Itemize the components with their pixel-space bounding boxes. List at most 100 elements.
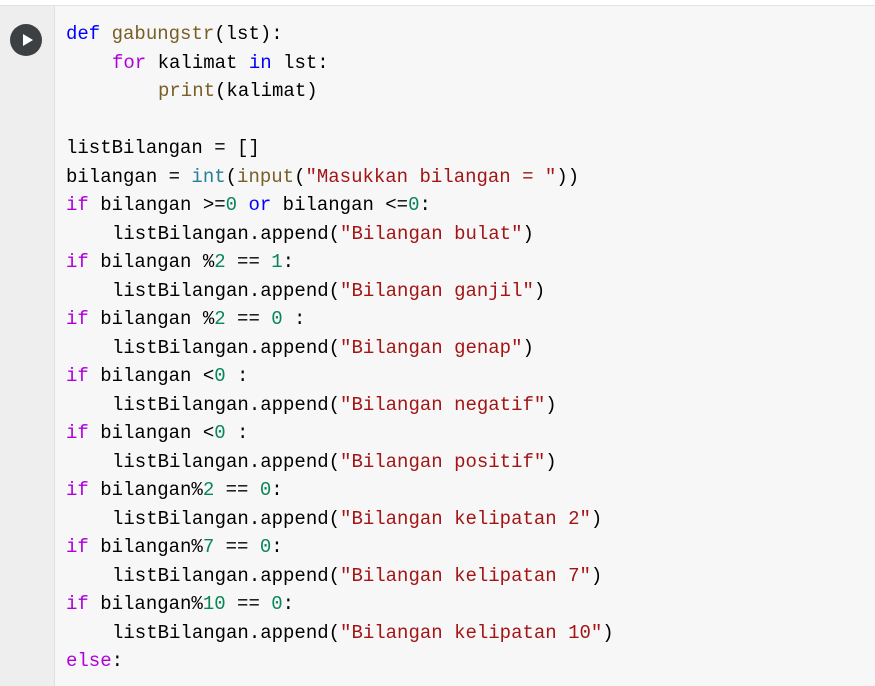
keyword: if <box>66 194 89 216</box>
play-icon <box>23 34 33 46</box>
number-literal: 0 <box>214 365 226 387</box>
function-name: gabungstr <box>111 23 215 45</box>
string-literal: "Masukkan bilangan = " <box>305 165 557 188</box>
code-text: bilangan < <box>88 365 215 387</box>
string-literal: "Bilangan kelipatan 7" <box>340 564 591 587</box>
string-literal: "Bilangan kelipatan 10" <box>340 621 603 644</box>
code-line: listBilangan.append("Bilangan kelipatan … <box>66 505 614 534</box>
code-text: ) <box>590 564 603 587</box>
keyword: if <box>66 593 89 615</box>
number-literal: 0 <box>225 194 238 216</box>
keyword: or <box>237 194 272 216</box>
keyword: in <box>248 51 272 74</box>
code-text: listBilangan.append( <box>112 621 341 644</box>
code-line: bilangan = int(input("Masukkan bilangan … <box>66 163 614 192</box>
string-literal: "Bilangan kelipatan 2" <box>340 507 591 530</box>
code-line: if bilangan <0 : <box>66 362 614 391</box>
code-text: == <box>214 536 260 558</box>
string-literal: "Bilangan ganjil" <box>340 279 534 302</box>
code-line: listBilangan.append("Bilangan bulat") <box>66 220 614 249</box>
code-text: listBilangan.append( <box>112 336 341 359</box>
keyword: if <box>66 365 89 387</box>
code-text: == <box>225 251 272 273</box>
code-cell[interactable]: def gabungstr(lst): for kalimat in lst: pr… <box>0 5 875 686</box>
code-line: listBilangan.append("Bilangan negatif") <box>66 391 614 420</box>
run-cell-button[interactable] <box>10 24 42 56</box>
code-text: listBilangan.append( <box>112 279 341 302</box>
code-line: listBilangan.append("Bilangan positif") <box>66 448 614 477</box>
string-literal: "Bilangan genap" <box>340 336 523 359</box>
code-text: ) <box>545 450 557 473</box>
code-text: : <box>271 479 283 501</box>
code-text: : <box>282 308 306 330</box>
code-line: listBilangan = [] <box>66 134 614 163</box>
code-line: def gabungstr(lst): <box>66 20 614 49</box>
code-text: : <box>225 365 249 387</box>
cell-gutter <box>0 6 55 686</box>
code-text: (lst): <box>214 23 283 45</box>
code-text: ) <box>522 222 534 245</box>
builtin-name: int <box>191 165 226 188</box>
number-literal: 10 <box>202 593 226 615</box>
code-line: listBilangan.append("Bilangan kelipatan … <box>66 619 614 648</box>
code-text: : <box>419 194 431 216</box>
code-text: == <box>225 308 272 330</box>
code-text: bilangan <= <box>271 194 409 216</box>
keyword: else <box>66 650 112 672</box>
code-text: ) <box>590 507 603 530</box>
number-literal: 0 <box>214 422 226 444</box>
code-text: ) <box>522 336 534 359</box>
function-name: print <box>158 80 216 102</box>
code-text: bilangan% <box>88 536 203 558</box>
code-text: bilangan < <box>88 422 215 444</box>
number-literal: 0 <box>259 536 272 558</box>
number-literal: 2 <box>214 251 226 273</box>
code-line: if bilangan >=0 or bilangan <=0: <box>66 191 614 220</box>
code-text: : <box>282 251 295 273</box>
code-line: listBilangan.append("Bilangan kelipatan … <box>66 562 614 591</box>
keyword: if <box>66 479 89 501</box>
code-text: listBilangan.append( <box>112 393 341 416</box>
keyword: for <box>112 51 147 74</box>
code-text: bilangan = <box>66 165 192 188</box>
code-line: if bilangan%2 == 0: <box>66 476 614 505</box>
code-line: listBilangan.append("Bilangan ganjil") <box>66 277 614 306</box>
code-line: print(kalimat) <box>66 77 614 106</box>
code-line: else: <box>66 647 614 676</box>
string-literal: "Bilangan positif" <box>340 450 546 473</box>
code-line: for kalimat in lst: <box>66 49 614 78</box>
code-text: ( <box>225 165 238 188</box>
number-literal: 0 <box>271 593 283 615</box>
keyword: if <box>66 536 89 558</box>
code-text: listBilangan.append( <box>112 564 341 587</box>
code-line: if bilangan%7 == 0: <box>66 533 614 562</box>
code-text: )) <box>556 165 580 188</box>
code-text: bilangan % <box>88 308 215 330</box>
code-text: : <box>282 593 295 615</box>
code-line: if bilangan <0 : <box>66 419 614 448</box>
code-text: ( <box>294 165 306 188</box>
code-text: listBilangan.append( <box>112 450 341 473</box>
keyword: if <box>66 422 89 444</box>
code-line: listBilangan.append("Bilangan genap") <box>66 334 614 363</box>
code-text: bilangan >= <box>88 194 226 216</box>
string-literal: "Bilangan bulat" <box>340 222 523 245</box>
code-text: : <box>225 422 249 444</box>
code-editor[interactable]: def gabungstr(lst): for kalimat in lst: pr… <box>66 20 614 676</box>
keyword: def <box>66 23 101 45</box>
keyword: if <box>66 251 89 273</box>
code-text: ) <box>545 393 557 416</box>
code-text: bilangan % <box>88 251 215 273</box>
code-text: ) <box>533 279 546 302</box>
code-text: listBilangan.append( <box>112 222 341 245</box>
code-text: (kalimat) <box>215 80 318 102</box>
code-text: : <box>111 650 124 672</box>
number-literal: 1 <box>271 251 283 273</box>
code-text: listBilangan = [] <box>66 137 260 159</box>
code-text: kalimat <box>146 51 249 74</box>
function-name: input <box>237 165 295 188</box>
number-literal: 2 <box>202 479 215 501</box>
keyword: if <box>66 308 89 330</box>
code-line: if bilangan %2 == 1: <box>66 248 614 277</box>
